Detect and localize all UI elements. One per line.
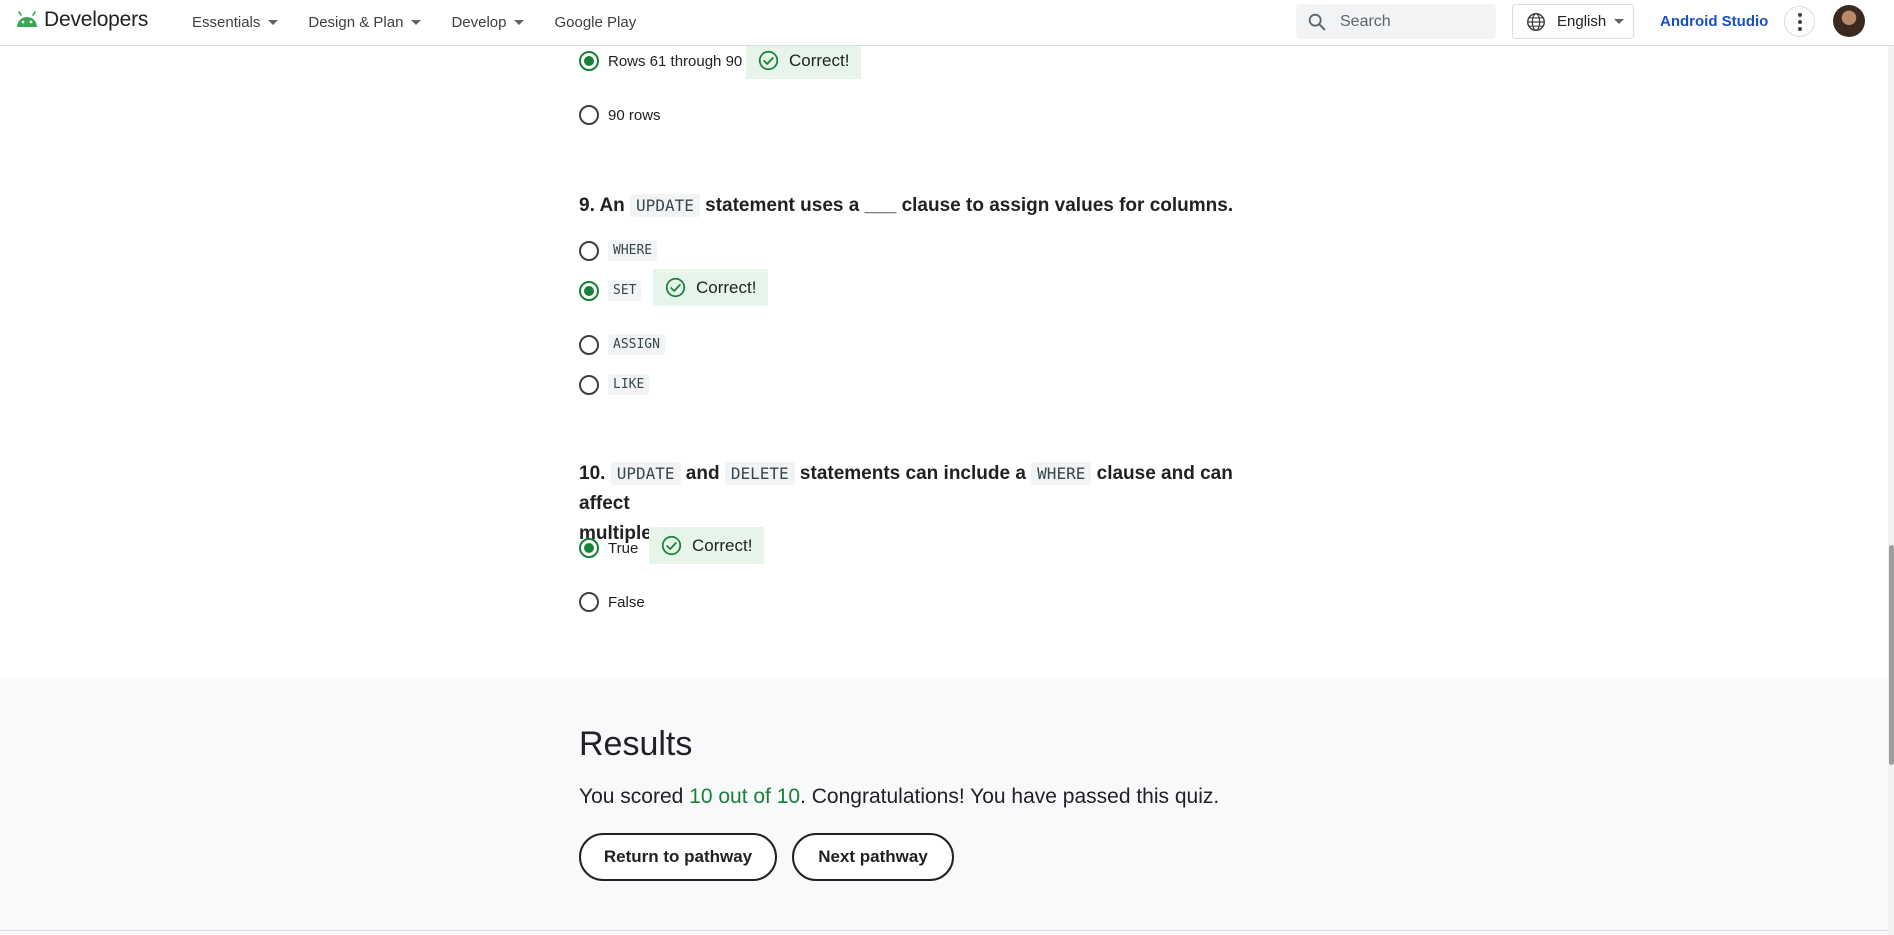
nav-develop-label: Develop xyxy=(451,14,507,31)
correct-feedback: Correct! xyxy=(746,42,862,79)
language-label: English xyxy=(1557,13,1607,30)
android-icon xyxy=(17,11,37,27)
correct-feedback-text: Correct! xyxy=(789,50,850,70)
q10-option-1-label: True xyxy=(608,539,639,557)
radio-unchecked[interactable] xyxy=(579,105,599,125)
q10-number: 10. xyxy=(579,463,606,484)
language-selector[interactable]: English xyxy=(1512,4,1634,39)
top-app-bar: Developers Essentials Design & Plan Deve… xyxy=(0,0,1894,46)
q9-option-1[interactable]: WHERE xyxy=(579,240,658,261)
q10-code-a: UPDATE xyxy=(610,462,681,485)
main-nav: Essentials Design & Plan Develop Google … xyxy=(192,0,666,45)
q9-text-a: An xyxy=(599,195,625,216)
results-score: 10 out of 10 xyxy=(689,785,801,808)
correct-feedback: Correct! xyxy=(649,527,765,564)
search-box[interactable] xyxy=(1296,4,1496,39)
radio-checked[interactable] xyxy=(579,280,599,301)
nav-develop[interactable]: Develop xyxy=(451,14,525,31)
return-to-pathway-button[interactable]: Return to pathway xyxy=(579,833,777,881)
q10-option-1[interactable]: True xyxy=(579,538,638,558)
caret-down-icon xyxy=(268,20,279,25)
q8-option-1-label: Rows 61 through 90 xyxy=(608,52,743,70)
q9-option-4[interactable]: LIKE xyxy=(579,374,650,395)
nav-essentials[interactable]: Essentials xyxy=(192,14,279,31)
q9-text-b: statement uses a ___ clause to assign va… xyxy=(705,195,1234,216)
scrollbar-thumb[interactable] xyxy=(1889,545,1894,765)
check-circle-icon xyxy=(661,535,682,556)
q9-option-4-label: LIKE xyxy=(608,374,650,395)
q10-option-2[interactable]: False xyxy=(579,592,645,612)
q8-option-2-label: 90 rows xyxy=(608,106,661,124)
more-options-button[interactable] xyxy=(1784,6,1815,37)
correct-feedback: Correct! xyxy=(653,269,769,306)
results-summary: You scored 10 out of 10. Congratulations… xyxy=(579,785,1219,809)
q9-option-1-label: WHERE xyxy=(608,240,658,261)
q10-text-b: statements can include a xyxy=(799,463,1026,484)
globe-icon xyxy=(1527,12,1545,31)
radio-unchecked[interactable] xyxy=(579,374,599,395)
q10-code-b: DELETE xyxy=(724,462,795,485)
q10-option-2-label: False xyxy=(608,593,645,611)
next-pathway-button[interactable]: Next pathway xyxy=(792,833,954,881)
question-9: 9. An UPDATE statement uses a ___ clause… xyxy=(579,191,1233,221)
results-title: Results xyxy=(579,725,693,763)
q9-option-3-label: ASSIGN xyxy=(608,334,665,355)
correct-feedback-text: Correct! xyxy=(692,535,753,555)
radio-unchecked[interactable] xyxy=(579,592,599,612)
logo-text: Developers xyxy=(44,8,149,31)
nav-google-play-label: Google Play xyxy=(554,14,637,31)
q10-code-c: WHERE xyxy=(1031,462,1092,485)
caret-down-icon xyxy=(514,20,525,25)
q8-option-2[interactable]: 90 rows xyxy=(579,105,661,125)
developers-logo[interactable]: Developers xyxy=(14,8,148,32)
results-prefix: You scored xyxy=(579,785,684,808)
radio-unchecked[interactable] xyxy=(579,334,599,355)
q10-text-a: and xyxy=(685,463,720,484)
check-circle-icon xyxy=(665,277,686,298)
avatar[interactable] xyxy=(1833,5,1865,37)
radio-checked[interactable] xyxy=(579,51,599,71)
correct-feedback-text: Correct! xyxy=(696,277,757,297)
results-suffix: . Congratulations! You have passed this … xyxy=(800,785,1220,808)
q8-option-1[interactable]: Rows 61 through 90 xyxy=(579,51,742,71)
radio-checked[interactable] xyxy=(579,538,599,558)
q9-option-3[interactable]: ASSIGN xyxy=(579,334,665,355)
caret-down-icon xyxy=(1614,19,1625,24)
divider xyxy=(0,930,1888,931)
search-icon xyxy=(1308,13,1326,30)
check-circle-icon xyxy=(758,50,779,71)
q9-code: UPDATE xyxy=(630,194,700,217)
radio-unchecked[interactable] xyxy=(579,240,599,261)
q9-option-2-label: SET xyxy=(608,280,642,301)
more-vert-icon xyxy=(1797,11,1802,32)
nav-design-plan[interactable]: Design & Plan xyxy=(308,14,422,31)
android-studio-link[interactable]: Android Studio xyxy=(1660,13,1768,30)
nav-design-plan-label: Design & Plan xyxy=(308,14,404,31)
q9-number: 9. xyxy=(579,195,595,216)
search-input[interactable] xyxy=(1338,11,1492,32)
nav-google-play[interactable]: Google Play xyxy=(554,14,636,31)
q9-option-2[interactable]: SET xyxy=(579,280,642,301)
caret-down-icon xyxy=(411,20,422,25)
scrollbar-track[interactable] xyxy=(1888,45,1894,935)
nav-essentials-label: Essentials xyxy=(192,14,261,31)
